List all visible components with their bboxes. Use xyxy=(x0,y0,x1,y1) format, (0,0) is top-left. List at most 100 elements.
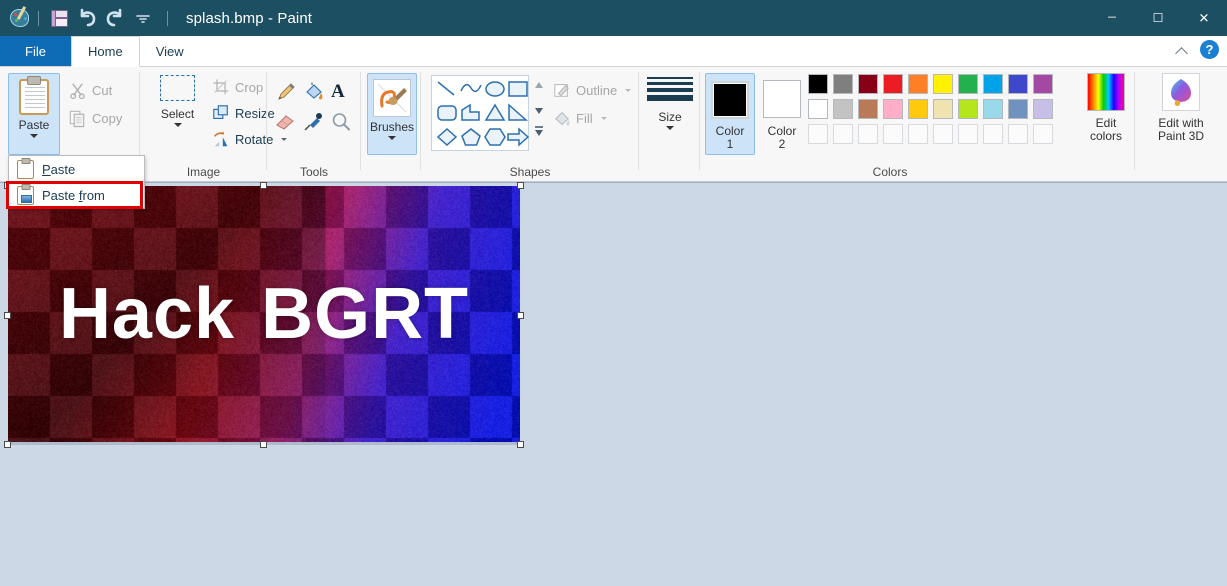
color-swatch[interactable] xyxy=(883,74,903,94)
tab-home[interactable]: Home xyxy=(71,36,140,67)
redo-icon[interactable] xyxy=(103,6,127,30)
color-swatch[interactable] xyxy=(933,124,953,144)
brushes-dropdown-arrow[interactable] xyxy=(388,136,396,140)
color-swatch[interactable] xyxy=(833,99,853,119)
maximize-button[interactable]: ☐ xyxy=(1135,0,1181,36)
close-button[interactable]: ✕ xyxy=(1181,0,1227,36)
color-swatch[interactable] xyxy=(808,99,828,119)
pentagon-shape[interactable] xyxy=(458,126,484,148)
size-dropdown-arrow[interactable] xyxy=(666,126,674,130)
selection-handle-w[interactable] xyxy=(4,312,11,319)
color-swatch[interactable] xyxy=(933,74,953,94)
color2-button[interactable]: Color 2 xyxy=(757,73,807,155)
color-swatch[interactable] xyxy=(883,124,903,144)
customize-qat-icon[interactable] xyxy=(131,6,155,30)
selection-handle-ne[interactable] xyxy=(517,182,524,189)
select-button[interactable]: Select xyxy=(150,75,205,127)
color-swatch[interactable] xyxy=(958,99,978,119)
tab-view[interactable]: View xyxy=(140,36,200,67)
help-button[interactable]: ? xyxy=(1200,40,1219,59)
image-canvas[interactable]: Hack BGRT xyxy=(8,186,520,442)
color-swatch[interactable] xyxy=(983,74,1003,94)
right-arrow-shape[interactable] xyxy=(505,126,531,148)
menu-item-paste[interactable]: Paste xyxy=(9,156,144,182)
color-picker-tool[interactable] xyxy=(302,111,324,133)
outline-dropdown-arrow[interactable] xyxy=(625,89,631,92)
color-swatch[interactable] xyxy=(883,99,903,119)
edit-paint3d-button[interactable]: Edit with Paint 3D xyxy=(1147,73,1215,143)
fill-dropdown-arrow[interactable] xyxy=(601,117,607,120)
tab-file[interactable]: File xyxy=(0,36,71,67)
copy-button[interactable]: Copy xyxy=(68,109,122,128)
size-button[interactable]: Size xyxy=(643,77,697,130)
edit-paint3d-label-2: Paint 3D xyxy=(1147,130,1215,143)
edit-colors-button[interactable]: Edit colors xyxy=(1080,73,1132,143)
rotate-icon xyxy=(212,130,230,148)
color-swatch[interactable] xyxy=(833,124,853,144)
color-swatch[interactable] xyxy=(1008,74,1028,94)
chevron-up-icon[interactable] xyxy=(1174,42,1190,58)
color-spectrum-icon xyxy=(1087,73,1125,111)
pencil-tool[interactable] xyxy=(275,81,297,103)
shapes-scrollbar[interactable] xyxy=(532,77,546,139)
selection-handle-s[interactable] xyxy=(260,441,267,448)
color-swatch[interactable] xyxy=(908,124,928,144)
cut-label: Cut xyxy=(92,83,112,98)
color-swatch[interactable] xyxy=(908,99,928,119)
selection-handle-se[interactable] xyxy=(517,441,524,448)
color-swatch[interactable] xyxy=(1033,99,1053,119)
magnifier-tool[interactable] xyxy=(330,111,352,133)
color-swatch[interactable] xyxy=(1008,124,1028,144)
canvas-work-area[interactable]: Hack BGRT xyxy=(0,182,1227,586)
shapes-gallery[interactable] xyxy=(431,75,529,151)
polygon-shape[interactable] xyxy=(458,102,484,124)
crop-button[interactable]: Crop xyxy=(212,78,263,96)
ribbon-group-image: Select Crop Resize xyxy=(140,67,267,181)
fill-button[interactable]: Fill xyxy=(553,109,607,127)
select-dropdown-arrow[interactable] xyxy=(174,123,182,127)
ribbon-group-shapes: Outline Fill Shapes xyxy=(421,67,639,181)
copy-icon xyxy=(68,109,87,128)
color-swatch[interactable] xyxy=(933,99,953,119)
color-swatch[interactable] xyxy=(1008,99,1028,119)
color-swatch[interactable] xyxy=(808,74,828,94)
selection-handle-e[interactable] xyxy=(517,312,524,319)
maximize-icon: ☐ xyxy=(1153,12,1164,24)
color-swatch[interactable] xyxy=(1033,124,1053,144)
cut-button[interactable]: Cut xyxy=(68,81,112,100)
selection-handle-sw[interactable] xyxy=(4,441,11,448)
color-palette[interactable] xyxy=(808,74,1076,150)
color-swatch[interactable] xyxy=(858,74,878,94)
right-triangle-shape[interactable] xyxy=(505,102,531,124)
line-shape[interactable] xyxy=(434,78,460,100)
paste-dropdown-arrow[interactable] xyxy=(30,134,38,138)
diamond-shape[interactable] xyxy=(434,126,460,148)
save-icon[interactable] xyxy=(47,6,71,30)
color-swatch[interactable] xyxy=(983,124,1003,144)
text-tool[interactable]: A xyxy=(331,82,345,102)
color-swatch[interactable] xyxy=(808,124,828,144)
color-swatch[interactable] xyxy=(833,74,853,94)
scroll-down-icon[interactable] xyxy=(532,103,546,119)
curve-shape[interactable] xyxy=(458,78,484,100)
color-swatch[interactable] xyxy=(958,124,978,144)
open-gallery-icon[interactable] xyxy=(532,123,546,139)
rectangle-shape[interactable] xyxy=(505,78,531,100)
color-swatch[interactable] xyxy=(858,99,878,119)
undo-icon[interactable] xyxy=(75,6,99,30)
color-swatch[interactable] xyxy=(908,74,928,94)
scroll-up-icon[interactable] xyxy=(532,77,546,93)
brushes-button[interactable]: Brushes xyxy=(367,73,417,155)
outline-button[interactable]: Outline xyxy=(553,81,631,99)
color-swatch[interactable] xyxy=(858,124,878,144)
minimize-button[interactable]: ─ xyxy=(1089,0,1135,36)
color1-button[interactable]: Color 1 xyxy=(705,73,755,155)
color-swatch[interactable] xyxy=(1033,74,1053,94)
color-swatch[interactable] xyxy=(958,74,978,94)
color-swatch[interactable] xyxy=(983,99,1003,119)
eraser-tool[interactable] xyxy=(274,111,296,133)
rounded-rectangle-shape[interactable] xyxy=(434,102,460,124)
paste-button[interactable]: Paste xyxy=(8,73,60,155)
fill-tool[interactable] xyxy=(303,81,325,103)
selection-handle-n[interactable] xyxy=(260,182,267,189)
